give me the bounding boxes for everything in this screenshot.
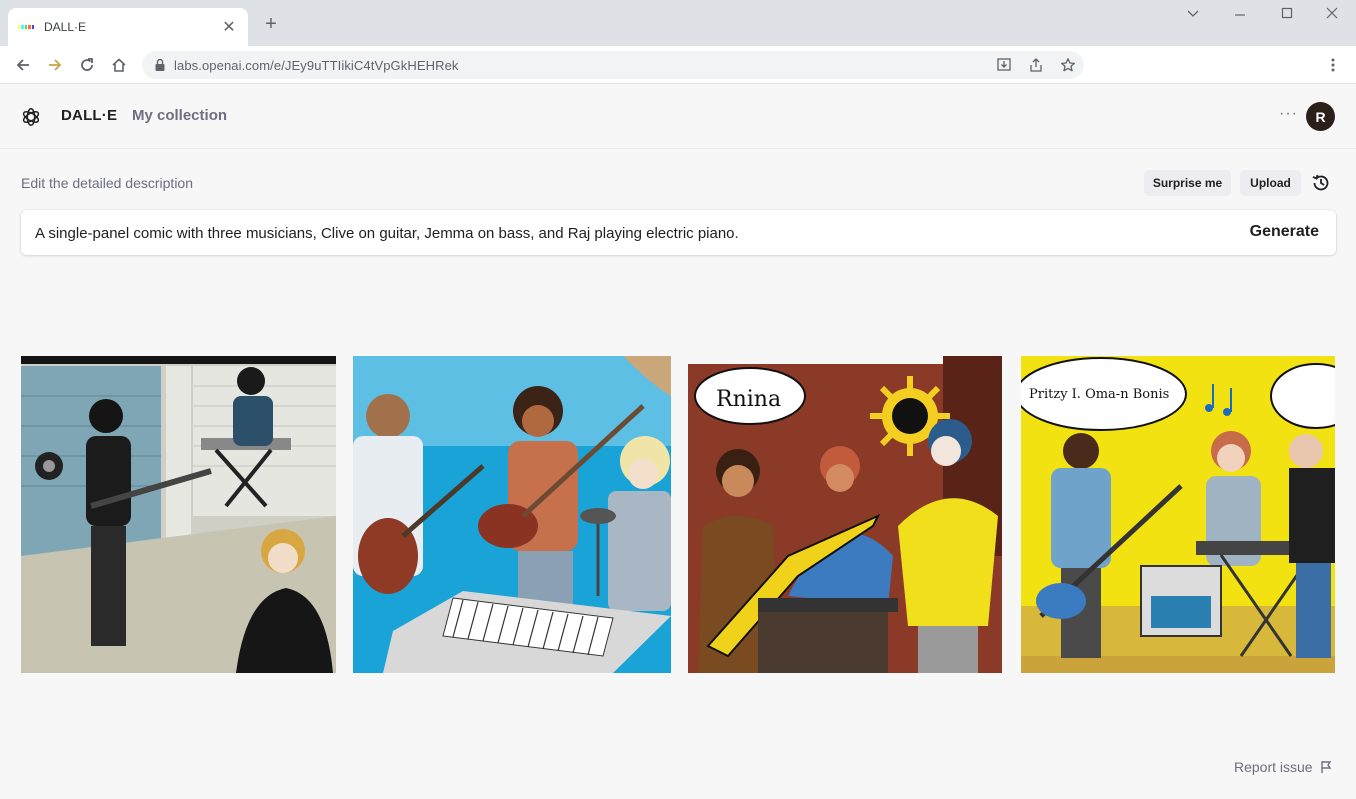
comic-image-3: Rnina <box>688 356 1002 673</box>
flag-icon <box>1320 761 1331 773</box>
generated-image-4[interactable]: Pritzy I. Oma-n Bonis <box>1021 356 1335 673</box>
browser-tab[interactable]: DALL·E ✕ <box>8 8 248 46</box>
home-icon[interactable] <box>107 53 131 77</box>
lock-icon <box>155 58 165 71</box>
comic-image-4: Pritzy I. Oma-n Bonis <box>1021 356 1335 673</box>
tab-search-icon[interactable] <box>1183 6 1203 24</box>
prompt-bar: Generate <box>21 210 1336 255</box>
openai-logo-icon[interactable] <box>20 106 42 128</box>
history-icon[interactable] <box>1311 173 1331 193</box>
report-issue-link[interactable]: Report issue <box>1234 759 1333 775</box>
report-issue-label: Report issue <box>1234 759 1313 775</box>
url-text: labs.openai.com/e/JEy9uTTIikiC4tVpGkHEHR… <box>174 57 459 73</box>
back-arrow-icon[interactable] <box>11 53 35 77</box>
brand-link[interactable]: DALL·E <box>61 107 117 124</box>
tab-close-icon[interactable]: ✕ <box>220 17 238 37</box>
upload-button[interactable]: Upload <box>1240 170 1301 196</box>
generated-image-2[interactable] <box>353 356 671 673</box>
close-window-icon[interactable] <box>1322 6 1342 24</box>
comic-image-1 <box>21 356 336 673</box>
prompt-label: Edit the detailed description <box>21 175 193 191</box>
prompt-input[interactable] <box>35 222 1215 244</box>
install-icon[interactable] <box>995 56 1013 74</box>
new-tab-button[interactable]: + <box>260 14 282 36</box>
tab-title: DALL·E <box>44 20 87 34</box>
minimize-icon[interactable] <box>1230 6 1250 24</box>
share-icon[interactable] <box>1027 56 1045 74</box>
speech-bubble-text: Pritzy I. Oma-n Bonis <box>1029 387 1169 402</box>
app-header: DALL·E My collection ··· R <box>0 85 1356 149</box>
browser-tabstrip: DALL·E ✕ + <box>0 0 1356 46</box>
forward-arrow-icon[interactable] <box>43 53 67 77</box>
browser-toolbar: labs.openai.com/e/JEy9uTTIikiC4tVpGkHEHR… <box>0 46 1356 84</box>
bookmark-star-icon[interactable] <box>1059 56 1077 74</box>
browser-menu-icon[interactable] <box>1321 53 1345 77</box>
generated-image-3[interactable]: Rnina <box>688 356 1002 673</box>
dalle-favicon-icon <box>18 22 35 32</box>
address-bar[interactable]: labs.openai.com/e/JEy9uTTIikiC4tVpGkHEHR… <box>142 51 1084 79</box>
reload-icon[interactable] <box>75 53 99 77</box>
generated-image-1[interactable] <box>21 356 336 673</box>
maximize-icon[interactable] <box>1277 6 1297 24</box>
avatar[interactable]: R <box>1306 102 1335 131</box>
speech-bubble-text: Rnina <box>716 387 781 412</box>
comic-image-2 <box>353 356 671 673</box>
generate-button[interactable]: Generate <box>1250 223 1319 241</box>
my-collection-link[interactable]: My collection <box>132 107 227 124</box>
more-options-icon[interactable]: ··· <box>1279 105 1298 123</box>
surprise-me-button[interactable]: Surprise me <box>1144 170 1231 196</box>
